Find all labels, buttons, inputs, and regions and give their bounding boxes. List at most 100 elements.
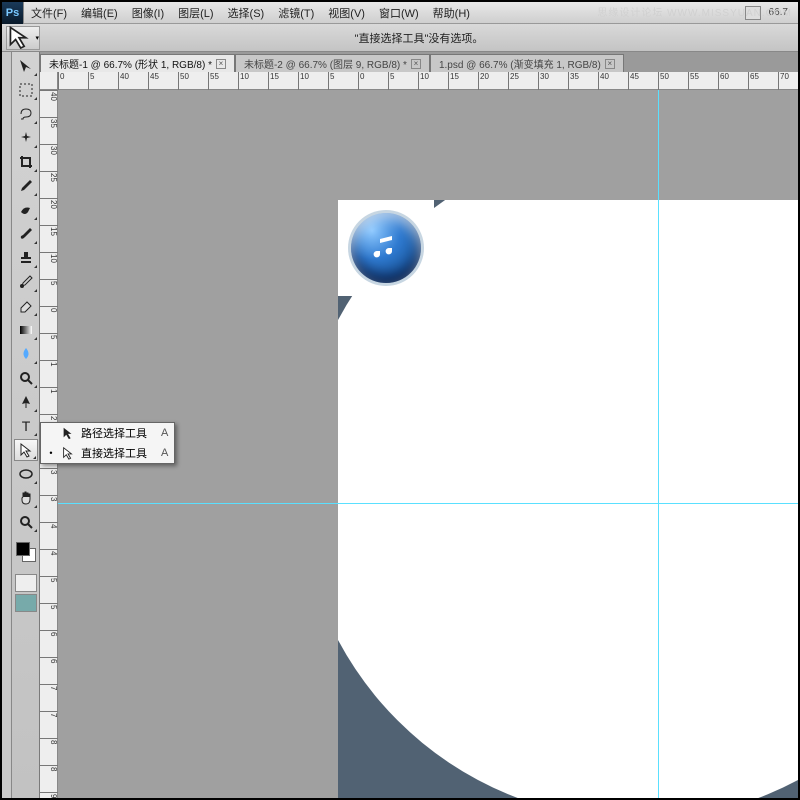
document-tab[interactable]: 未标题-2 @ 66.7% (图层 9, RGB/8) *×: [235, 54, 430, 72]
ruler-tick: 7: [40, 684, 58, 690]
ruler-tick: 1: [40, 360, 58, 366]
close-icon[interactable]: ×: [411, 59, 421, 69]
ruler-tick: 0: [40, 306, 58, 312]
eraser-tool[interactable]: [14, 295, 38, 317]
reference-image-box: [338, 200, 434, 296]
ruler-tick: 50: [178, 72, 189, 90]
lasso-tool[interactable]: [14, 103, 38, 125]
ruler-tick: 5: [388, 72, 394, 90]
close-icon[interactable]: ×: [605, 59, 615, 69]
menu-filter[interactable]: 滤镜(T): [271, 5, 321, 21]
workspace-icon[interactable]: [745, 6, 761, 20]
ruler-tick: 15: [268, 72, 279, 90]
ruler-tick: 20: [478, 72, 489, 90]
zoom-level: 66.7: [769, 7, 788, 18]
ruler-tick: 6: [40, 657, 58, 663]
panel-gutter: [2, 52, 12, 798]
dodge-tool[interactable]: [14, 367, 38, 389]
document-canvas[interactable]: [338, 200, 798, 798]
options-message: "直接选择工具"没有选项。: [40, 30, 798, 46]
ruler-tick: 70: [778, 72, 789, 90]
close-icon[interactable]: ×: [216, 59, 226, 69]
ruler-tick: 10: [238, 72, 249, 90]
arrow-cursor-icon: [61, 446, 75, 460]
ruler-tick: 40: [118, 72, 129, 90]
ruler-tick: 0: [358, 72, 364, 90]
tab-label: 未标题-1 @ 66.7% (形状 1, RGB/8) *: [49, 56, 212, 71]
flyout-shortcut: A: [161, 427, 168, 439]
ruler-tick: 3: [40, 495, 58, 501]
menu-image[interactable]: 图像(I): [125, 5, 171, 21]
menu-file[interactable]: 文件(F): [24, 5, 74, 21]
ruler-tick: 5: [40, 333, 58, 339]
flyout-label: 直接选择工具: [81, 445, 147, 461]
options-bar: ▾ "直接选择工具"没有选项。: [2, 24, 798, 52]
document-tabstrip: 未标题-1 @ 66.7% (形状 1, RGB/8) *×未标题-2 @ 66…: [40, 52, 798, 72]
eyedropper-tool[interactable]: [14, 175, 38, 197]
gradient-tool[interactable]: [14, 319, 38, 341]
ruler-tick: 4: [40, 522, 58, 528]
ruler-tick: 55: [208, 72, 219, 90]
ruler-tick: 30: [40, 144, 58, 155]
ruler-tick: 0: [58, 72, 64, 90]
ruler-tick: 35: [40, 117, 58, 128]
menu-edit[interactable]: 编辑(E): [74, 5, 125, 21]
menu-layer[interactable]: 图层(L): [171, 5, 220, 21]
ruler-tick: 6: [40, 630, 58, 636]
ruler-tick: 45: [148, 72, 159, 90]
menu-select[interactable]: 选择(S): [221, 5, 272, 21]
tab-label: 1.psd @ 66.7% (渐变填充 1, RGB/8): [439, 56, 601, 71]
menu-help[interactable]: 帮助(H): [426, 5, 477, 21]
svg-text:T: T: [21, 418, 30, 434]
ruler-tick: 10: [40, 252, 58, 263]
options-tool-indicator[interactable]: ▾: [6, 26, 40, 50]
ruler-tick: 40: [40, 90, 58, 101]
wand-tool[interactable]: [14, 127, 38, 149]
pen-tool[interactable]: [14, 391, 38, 413]
stamp-tool[interactable]: [14, 247, 38, 269]
zoom-tool[interactable]: [14, 511, 38, 533]
ruler-tick: 30: [538, 72, 549, 90]
ruler-tick: 5: [88, 72, 94, 90]
history-brush-tool[interactable]: [14, 271, 38, 293]
ruler-tick: 3: [40, 468, 58, 474]
document-tab[interactable]: 未标题-1 @ 66.7% (形状 1, RGB/8) * ×: [40, 54, 235, 72]
ruler-tick: 8: [40, 765, 58, 771]
arrow-cursor-icon: [61, 426, 75, 440]
brush-tool[interactable]: [14, 223, 38, 245]
quickmask-toggle[interactable]: [15, 574, 37, 592]
ruler-tick: 35: [568, 72, 579, 90]
ruler-tick: 25: [508, 72, 519, 90]
tool-flyout: 路径选择工具A•直接选择工具A: [40, 422, 175, 464]
guide-vertical[interactable]: [658, 90, 659, 798]
ruler-tick: 5: [40, 603, 58, 609]
ruler-tick: 15: [448, 72, 459, 90]
ruler-horizontal[interactable]: 0540455055101510505101520253035404550556…: [58, 72, 798, 90]
menu-view[interactable]: 视图(V): [321, 5, 372, 21]
blur-tool[interactable]: [14, 343, 38, 365]
type-tool[interactable]: T: [14, 415, 38, 437]
ruler-tick: 40: [598, 72, 609, 90]
ellipse-tool[interactable]: [14, 463, 38, 485]
path-select-tool[interactable]: [14, 439, 38, 461]
marquee-tool[interactable]: [14, 79, 38, 101]
move-tool[interactable]: [14, 55, 38, 77]
guide-horizontal[interactable]: [58, 503, 798, 504]
color-swatches[interactable]: [12, 540, 39, 570]
ruler-tick: 20: [40, 198, 58, 209]
hand-tool[interactable]: [14, 487, 38, 509]
ruler-tick: 10: [418, 72, 429, 90]
direct-selection-tool[interactable]: •直接选择工具A: [41, 443, 174, 463]
screenmode-toggle[interactable]: [15, 594, 37, 612]
itunes-icon: [351, 213, 421, 283]
document-tab[interactable]: 1.psd @ 66.7% (渐变填充 1, RGB/8) ×: [430, 54, 624, 72]
path-selection-tool[interactable]: 路径选择工具A: [41, 423, 174, 443]
ruler-tick: 25: [40, 171, 58, 182]
toolbox: T: [12, 52, 40, 798]
ruler-tick: 2: [40, 414, 58, 420]
crop-tool[interactable]: [14, 151, 38, 173]
healing-tool[interactable]: [14, 199, 38, 221]
ruler-tick: 1: [40, 387, 58, 393]
ruler-tick: 5: [328, 72, 334, 90]
menu-window[interactable]: 窗口(W): [372, 5, 426, 21]
